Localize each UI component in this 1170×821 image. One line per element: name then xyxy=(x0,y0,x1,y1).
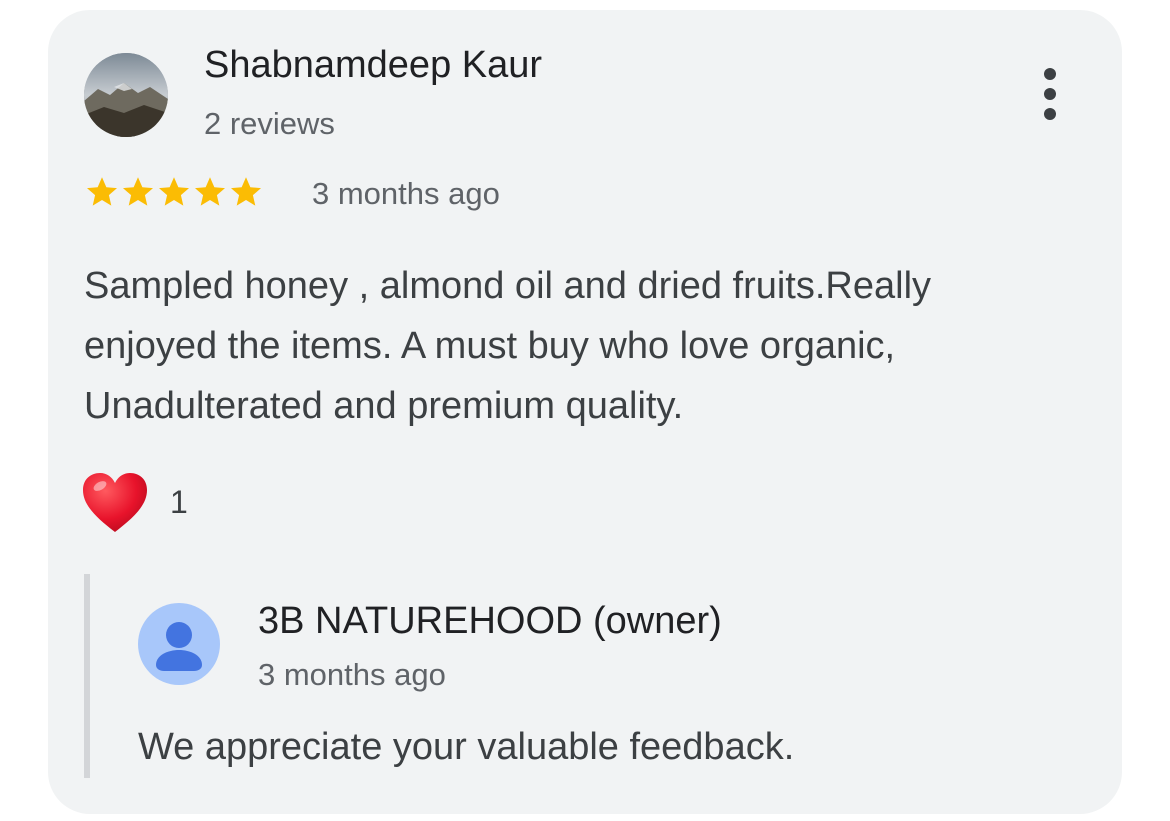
reply-divider xyxy=(84,574,90,778)
review-text: Sampled honey , almond oil and dried fru… xyxy=(84,256,1084,436)
reviewer-review-count[interactable]: 2 reviews xyxy=(204,106,335,142)
review-text-line: Sampled honey , almond oil and dried fru… xyxy=(84,265,932,307)
owner-name: 3B NATUREHOOD (owner) xyxy=(258,600,722,642)
owner-avatar xyxy=(138,603,220,685)
review-text-line: Unadulterated and premium quality. xyxy=(84,385,684,427)
owner-reply-time: 3 months ago xyxy=(258,657,446,692)
person-icon xyxy=(138,603,220,685)
more-options-button[interactable] xyxy=(1030,66,1070,122)
review-text-line: enjoyed the items. A must buy who love o… xyxy=(84,325,896,367)
reviewer-avatar[interactable] xyxy=(84,53,168,137)
star-icon xyxy=(123,177,153,206)
more-vert-icon xyxy=(1044,68,1056,120)
star-icon xyxy=(159,177,189,206)
star-rating xyxy=(84,174,264,214)
landscape-photo xyxy=(84,53,168,137)
star-icon xyxy=(87,177,117,206)
heart-reaction-button[interactable] xyxy=(80,470,150,536)
star-icon xyxy=(195,177,225,206)
star-icon xyxy=(231,177,261,206)
review-time: 3 months ago xyxy=(312,176,500,211)
heart-icon xyxy=(83,473,147,532)
reviewer-name[interactable]: Shabnamdeep Kaur xyxy=(204,44,542,87)
owner-reply-text: We appreciate your valuable feedback. xyxy=(138,726,795,768)
reaction-count: 1 xyxy=(170,484,188,520)
